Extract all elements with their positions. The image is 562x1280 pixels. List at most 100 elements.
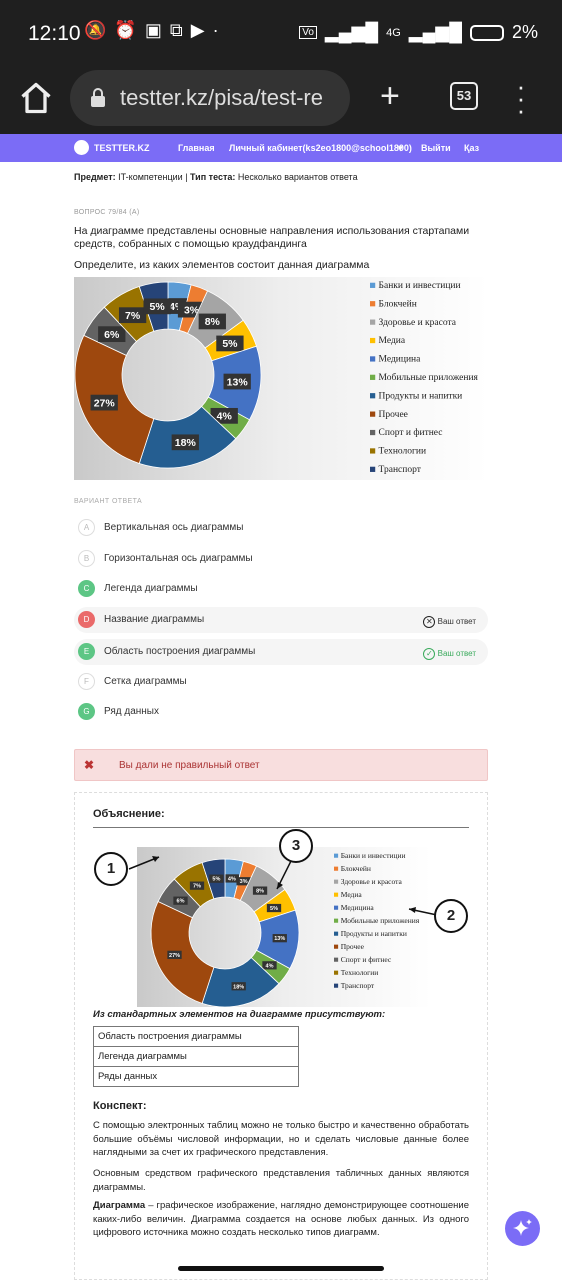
site-nav: TESTTER.KZ Главная Личный кабинет(ks2eo1… (0, 134, 562, 162)
legend-entry: Продукты и напитки (379, 391, 463, 401)
data-label: 5% (222, 338, 238, 350)
result-message: Вы дали не правильный ответ (119, 760, 260, 771)
error-icon: ✖ (84, 758, 95, 772)
volte-icon: Vo (299, 26, 317, 39)
option-label: Ряд данных (104, 706, 159, 717)
your-answer-correct: ✓ Ваш ответ (423, 648, 476, 660)
legend-swatch (370, 393, 376, 399)
legend-entry: Здоровье и красота (379, 318, 457, 328)
data-label: 6% (104, 329, 120, 341)
status-icons: 🔕 ⏰ ▣ ⧉ ▶ · (84, 20, 219, 41)
sparkle-fab-button[interactable] (505, 1211, 540, 1246)
lock-icon (91, 88, 105, 107)
callout-2: 2 (434, 899, 468, 933)
legend-entry: Технологии (379, 447, 427, 457)
alarm-icon: ⏰ (114, 20, 137, 40)
dot-icon: · (212, 20, 219, 40)
table-cell: Легенда диаграммы (93, 1046, 299, 1067)
callout-arrows (128, 856, 438, 916)
legend-swatch (370, 466, 376, 472)
address-bar[interactable]: testter.kz/pisa/test-re (70, 70, 350, 126)
option-b[interactable]: B Горизонтальная ось диаграммы (74, 546, 488, 572)
legend-entry: Медиа (379, 336, 406, 346)
browser-toolbar: testter.kz/pisa/test-re + 53 · · · (0, 64, 562, 134)
legend-swatch (370, 429, 376, 436)
explanation-panel: Объяснение: 4% 3% 8% 5% 13% 4% 18% 27% 6% 7% 5% Бан… (74, 792, 488, 1280)
battery-icon (469, 24, 504, 41)
callout-3: 3 (279, 829, 313, 863)
question-text: На диаграмме представлены основные напра… (74, 225, 470, 250)
nav-cabinet[interactable]: Личный кабинет(ks2eo1800@school1800) (229, 143, 412, 153)
check-circle-icon: ✓ (423, 648, 436, 660)
logo-text[interactable]: TESTTER.KZ (94, 143, 150, 153)
data-label: 7% (125, 310, 141, 322)
legend-entry: Прочее (379, 410, 408, 420)
donut-chart: 4% 3%8%5%13%4%18%27%6%7%5%Банки и инвести… (74, 281, 479, 475)
option-letter: A (78, 519, 95, 536)
status-time: 12:10 (28, 22, 81, 45)
option-a[interactable]: A Вертикальная ось диаграммы (74, 515, 488, 541)
question-prompt: Определите, из каких элементов состоит д… (74, 259, 370, 271)
explanation-heading: Объяснение: (93, 808, 165, 820)
legend-entry: Спорт и фитнес (379, 427, 443, 438)
legend-swatch (370, 282, 376, 288)
option-f[interactable]: F Сетка диаграммы (74, 669, 488, 695)
table-cell: Ряды данных (93, 1066, 299, 1087)
legend-swatch (370, 448, 376, 454)
gesture-bar (178, 1266, 384, 1271)
chevron-down-icon: ▾ (398, 143, 403, 153)
data-label: 4% (217, 411, 233, 423)
home-icon[interactable] (18, 80, 54, 116)
new-tab-icon[interactable]: + (380, 78, 400, 114)
battery-saver-icon: ▣ (144, 20, 162, 40)
data-label: 18% (175, 437, 197, 449)
option-label: Легенда диаграммы (104, 583, 198, 594)
signal2-icon: ▂▄▆█ (408, 22, 462, 42)
data-label: 8% (205, 316, 221, 328)
konspekt-para-1: С помощью электронных таблиц можно не то… (93, 1120, 469, 1158)
subject-line: Предмет: IT-компетенции | Тип теста: Нес… (74, 172, 358, 182)
option-letter: G (78, 703, 95, 720)
option-letter: D (78, 611, 95, 628)
option-label: Название диаграммы (104, 614, 205, 625)
status-bar: 12:10 🔕 ⏰ ▣ ⧉ ▶ · Vo ▂▄▆█ 4G ▂▄▆█ 2% (0, 0, 562, 64)
std-elements-heading: Из стандартных элементов на диаграмме пр… (93, 1009, 386, 1020)
option-label: Сетка диаграммы (104, 676, 187, 687)
option-c[interactable]: C Легенда диаграммы (74, 576, 488, 602)
answers-heading: ВАРИАНТ ОТВЕТА (74, 498, 143, 505)
signal-icon: ▂▄▆█ (324, 22, 379, 42)
menu-dots-icon[interactable]: · · · (514, 73, 528, 123)
chart-image: 4% 3% 8% 5% 13% 4% 18% 27% 6% 7% 5% Банки и инвести… (74, 277, 488, 480)
nav-logout[interactable]: Выйти (421, 143, 451, 153)
network-type: 4G (386, 26, 401, 39)
youtube-icon: ▶ (190, 20, 205, 40)
data-label: 27% (94, 397, 116, 409)
question-number: ВОПРОС 79/84 (А) (74, 209, 140, 216)
your-answer-wrong: ✕ Ваш ответ (423, 616, 476, 628)
legend-swatch (370, 356, 376, 362)
close-circle-icon: ✕ (423, 616, 436, 628)
option-letter: C (78, 580, 95, 597)
option-e[interactable]: E Область построения диаграммы ✓ Ваш отв… (74, 639, 488, 665)
legend-entry: Транспорт (379, 465, 422, 475)
option-letter: E (78, 643, 95, 660)
divider (93, 827, 469, 828)
gallery-icon: ⧉ (169, 20, 183, 40)
option-d[interactable]: D Название диаграммы ✕ Ваш ответ (74, 607, 488, 633)
option-label: Вертикальная ось диаграммы (104, 522, 244, 533)
battery-level: 2% (511, 22, 538, 42)
option-letter: B (78, 550, 95, 567)
option-letter: F (78, 673, 95, 690)
legend-swatch (370, 301, 376, 307)
std-elements-table: Область построения диаграммы Легенда диа… (93, 1026, 299, 1087)
legend-entry: Медицина (379, 355, 422, 365)
status-right: Vo ▂▄▆█ 4G ▂▄▆█ 2% (299, 22, 538, 43)
nav-home[interactable]: Главная (178, 143, 215, 153)
callout-1: 1 (94, 852, 128, 886)
legend-entry: Банки и инвестиции (379, 281, 461, 291)
option-g[interactable]: G Ряд данных (74, 699, 488, 725)
legend-entry: Блокчейн (379, 298, 417, 309)
tab-switcher-button[interactable]: 53 (450, 82, 478, 110)
legend-entry: Мобильные приложения (379, 372, 479, 383)
nav-lang[interactable]: Қаз (464, 143, 479, 153)
